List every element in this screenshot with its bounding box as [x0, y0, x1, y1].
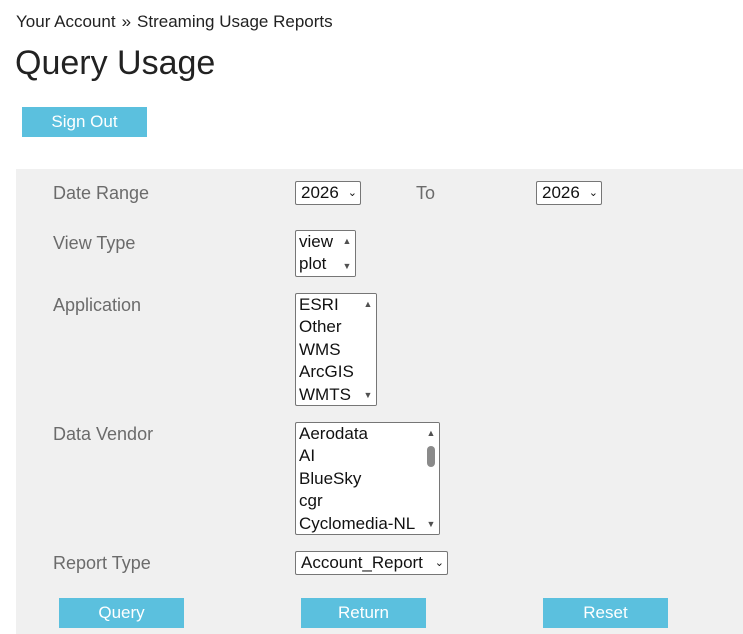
application-listbox[interactable]: ESRI Other WMS ArcGIS WMTS ▲ ▼	[295, 293, 377, 406]
query-form-panel: Date Range 2026 ⌄ To 2026 ⌄ View Type vi…	[16, 169, 743, 634]
breadcrumb-current: Streaming Usage Reports	[137, 12, 333, 31]
page-title: Query Usage	[15, 44, 216, 82]
chevron-down-icon: ⌄	[588, 187, 598, 199]
triangle-up-icon[interactable]: ▲	[360, 297, 376, 311]
chevron-down-icon: ⌄	[347, 187, 357, 199]
list-item[interactable]: Aerodata	[299, 423, 439, 445]
triangle-down-icon[interactable]: ▼	[339, 259, 355, 273]
report-type-select[interactable]: Account_Report ⌄	[295, 551, 448, 575]
list-item[interactable]: AI	[299, 445, 439, 467]
chevron-down-icon: ⌄	[434, 557, 444, 569]
date-range-label: Date Range	[53, 183, 150, 203]
scrollbar-thumb[interactable]	[427, 446, 435, 467]
data-vendor-listbox[interactable]: Aerodata AI BlueSky cgr Cyclomedia-NL ▲ …	[295, 422, 440, 535]
scrollbar[interactable]: ▲ ▼	[339, 231, 355, 276]
return-button[interactable]: Return	[301, 598, 426, 628]
sign-out-button[interactable]: Sign Out	[22, 107, 147, 137]
date-to-value: 2026	[542, 183, 580, 202]
triangle-down-icon[interactable]: ▼	[423, 517, 439, 531]
triangle-up-icon[interactable]: ▲	[339, 234, 355, 248]
reset-button[interactable]: Reset	[543, 598, 668, 628]
breadcrumb-your-account-link[interactable]: Your Account	[16, 12, 116, 31]
breadcrumb-separator: »	[121, 12, 132, 31]
date-to-label: To	[416, 183, 436, 203]
date-from-value: 2026	[301, 183, 339, 202]
triangle-down-icon[interactable]: ▼	[360, 388, 376, 402]
list-item[interactable]: BlueSky	[299, 468, 439, 490]
scrollbar[interactable]: ▲ ▼	[360, 294, 376, 405]
view-type-listbox[interactable]: view plot ▲ ▼	[295, 230, 356, 277]
report-type-label: Report Type	[53, 553, 151, 573]
list-item[interactable]: Cyclomedia-NL	[299, 513, 439, 534]
application-label: Application	[53, 295, 142, 315]
date-from-select[interactable]: 2026 ⌄	[295, 181, 361, 205]
scrollbar[interactable]: ▲ ▼	[423, 423, 439, 534]
view-type-label: View Type	[53, 233, 136, 253]
report-type-value: Account_Report	[301, 553, 423, 572]
breadcrumb: Your Account » Streaming Usage Reports	[16, 12, 333, 32]
data-vendor-label: Data Vendor	[53, 424, 154, 444]
query-button[interactable]: Query	[59, 598, 184, 628]
list-item[interactable]: cgr	[299, 490, 439, 512]
date-to-select[interactable]: 2026 ⌄	[536, 181, 602, 205]
triangle-up-icon[interactable]: ▲	[423, 426, 439, 440]
